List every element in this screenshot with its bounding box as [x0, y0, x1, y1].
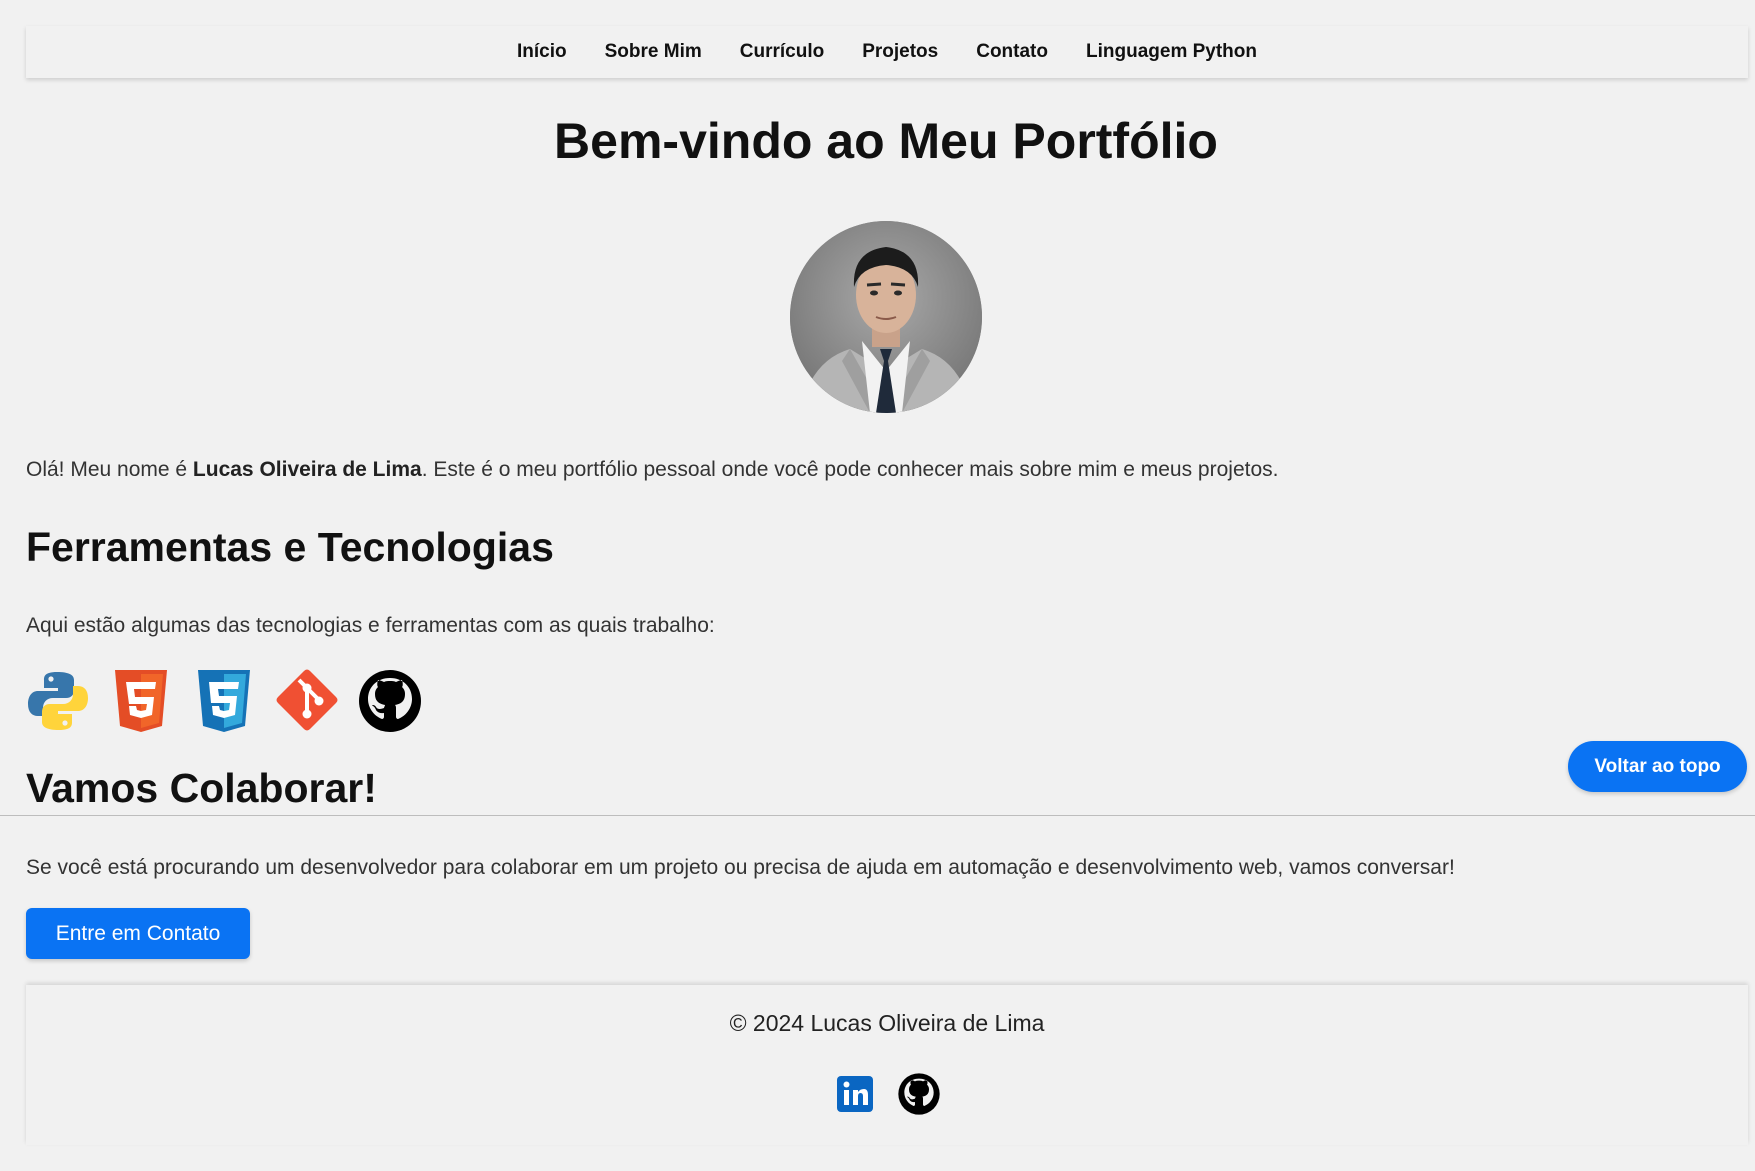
css3-icon: [198, 670, 250, 732]
tools-description: Aqui estão algumas das tecnologias e fer…: [26, 614, 715, 637]
github-icon: [359, 670, 421, 732]
footer-copyright: © 2024 Lucas Oliveira de Lima: [729, 1010, 1045, 1036]
profile-photo: [790, 221, 982, 413]
section-divider: [0, 815, 1755, 816]
tools-section-title: Ferramentas e Tecnologias: [26, 524, 554, 570]
nav-link-sobre-mim[interactable]: Sobre Mim: [605, 41, 702, 63]
nav-link-inicio[interactable]: Início: [517, 41, 567, 63]
intro-prefix: Olá! Meu nome é: [26, 458, 193, 481]
html5-icon: [115, 670, 167, 732]
footer-social-icons: [26, 1072, 1748, 1116]
owner-name: Lucas Oliveira de Lima: [192, 458, 422, 481]
github-icon[interactable]: [897, 1072, 941, 1116]
nav-link-contato[interactable]: Contato: [976, 41, 1048, 63]
intro-suffix: . Este é o meu portfólio pessoal onde vo…: [421, 458, 1279, 481]
profile-portrait-image: [790, 221, 982, 413]
git-icon: [276, 669, 338, 731]
collab-description: Se você está procurando um desenvolvedor…: [26, 856, 1455, 879]
back-to-top-button[interactable]: Voltar ao topo: [1568, 741, 1747, 792]
intro-paragraph: Olá! Meu nome é Lucas Oliveira de Lima. …: [26, 458, 1278, 482]
nav-link-linguagem-python[interactable]: Linguagem Python: [1086, 41, 1257, 63]
python-icon: [28, 672, 88, 730]
nav-link-curriculo[interactable]: Currículo: [740, 41, 824, 63]
nav-link-projetos[interactable]: Projetos: [862, 41, 938, 63]
page-footer: © 2024 Lucas Oliveira de Lima: [26, 985, 1748, 1145]
top-navbar: Início Sobre Mim Currículo Projetos Cont…: [26, 26, 1748, 78]
linkedin-icon[interactable]: [833, 1072, 877, 1116]
collab-section-title: Vamos Colaborar!: [26, 765, 377, 811]
tech-icons-row: [26, 668, 422, 734]
page-title: Bem-vindo ao Meu Portfólio: [554, 113, 1218, 169]
contact-button[interactable]: Entre em Contato: [26, 908, 250, 959]
